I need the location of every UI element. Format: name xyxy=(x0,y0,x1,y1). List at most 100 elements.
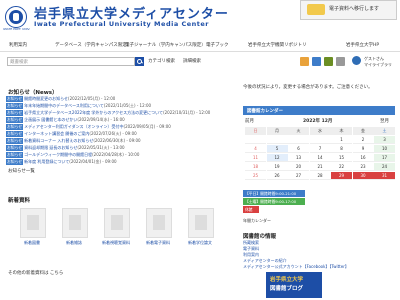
calendar-day[interactable]: 15 xyxy=(331,154,352,162)
calendar-day[interactable]: 27 xyxy=(288,172,309,180)
news-title[interactable]: 年末年始期間中のデータベース利用について xyxy=(24,103,104,108)
nav-item-repository[interactable]: 岩手県立大学機関リポジトリ xyxy=(248,42,307,48)
news-tag: お知らせ xyxy=(6,124,24,130)
calendar-day[interactable]: 14 xyxy=(309,154,331,162)
search-button[interactable] xyxy=(135,57,144,66)
nav-item-ebooks[interactable]: 電子ブック xyxy=(206,42,229,48)
calendar-prev-button[interactable]: 前月 xyxy=(245,118,254,124)
help-icon[interactable] xyxy=(336,57,345,66)
calendar-day[interactable]: 2 xyxy=(352,136,374,144)
calendar-day[interactable]: 20 xyxy=(288,163,309,171)
calendar-notice: 今後の状況により，変更する場合があります。ご注意ください。 xyxy=(243,85,373,90)
calendar-day[interactable]: 4 xyxy=(245,145,266,153)
new-book-label[interactable]: 新着視聴覚資料 xyxy=(96,240,136,246)
calendar-day[interactable]: 26 xyxy=(266,172,288,180)
news-title[interactable]: 資料返却期限 延長のお知らせ xyxy=(24,145,77,150)
calendar-day[interactable]: 5 xyxy=(266,145,288,153)
new-book-cover[interactable] xyxy=(188,208,214,238)
calendar-day[interactable]: 28 xyxy=(309,172,331,180)
calendar-day[interactable]: 19 xyxy=(266,163,288,171)
nav-item-univ-hp[interactable]: 岩手県立大学HP xyxy=(346,42,379,48)
news-date: (2022/09/14(水) - 16:00 xyxy=(77,117,125,122)
calendar-day[interactable]: 29 xyxy=(331,172,352,180)
nav-item-guide[interactable]: 利用案内 xyxy=(9,42,27,48)
calendar-day[interactable]: 17 xyxy=(374,154,395,162)
logo-caption: IWATE PREF. UNIV. xyxy=(3,27,31,31)
book-placeholder-icon xyxy=(153,215,165,230)
book-placeholder-icon xyxy=(27,215,39,230)
news-date: (2022/04/28(木) - 10:00 xyxy=(92,152,140,157)
calendar-weekday: 月 xyxy=(266,127,288,135)
tools-heading: 図書館の情報 xyxy=(243,234,277,240)
search-input[interactable]: 蔵書検索 xyxy=(7,57,135,66)
rss-icon[interactable] xyxy=(300,57,309,66)
news-title[interactable]: 新年度 利用登録について xyxy=(24,159,69,164)
calendar-day[interactable]: 16 xyxy=(352,154,374,162)
calendar-day[interactable]: 8 xyxy=(331,145,352,153)
calendar-day[interactable]: 30 xyxy=(352,172,374,180)
news-tag: お知らせ xyxy=(6,138,24,144)
news-item[interactable]: お知らせ 新年度 利用登録について(2022/04/01(金) - 09:00 xyxy=(6,159,232,167)
print-icon[interactable] xyxy=(312,57,321,66)
news-more-link[interactable]: お知らせ一覧 xyxy=(8,168,35,174)
nav-item-ejournals[interactable]: 電子ジャーナル（学内キャンパス限定） xyxy=(125,42,206,48)
new-book-label[interactable]: 新着雑誌 xyxy=(54,240,94,246)
calendar-day[interactable]: 22 xyxy=(331,163,352,171)
news-date: (2022/05/31(火) - 13:00 xyxy=(77,145,125,150)
calendar-legend-3: 休館 xyxy=(243,206,395,213)
notice-banner[interactable]: 電子資料へ移行します xyxy=(300,0,397,20)
calendar-legend: 【平日】開館時間9:00-21:00 xyxy=(243,190,395,197)
banner-icon xyxy=(307,4,325,15)
calendar-day xyxy=(266,136,288,144)
new-book-cover[interactable] xyxy=(146,208,172,238)
book-placeholder-icon xyxy=(195,215,207,230)
news-title[interactable]: インターネット講習会 開催のご案内 xyxy=(24,131,89,136)
news-tag: お知らせ xyxy=(6,159,24,165)
new-book-cover[interactable] xyxy=(62,208,88,238)
calendar-day[interactable]: 24 xyxy=(374,163,395,171)
calendar-day[interactable]: 9 xyxy=(352,145,374,153)
news-tag: お知らせ xyxy=(6,110,24,116)
news-title[interactable]: 新着資料コーナー 入れ替えのお知らせ xyxy=(24,138,93,143)
calendar-day[interactable]: 10 xyxy=(374,145,395,153)
calendar-day[interactable]: 23 xyxy=(352,163,374,171)
new-book-label[interactable]: 新着学位論文 xyxy=(180,240,220,246)
tools-link-5[interactable]: メディアセンター公式アカウント【Facebook】【Twitter】 xyxy=(243,264,349,270)
calendar-day xyxy=(288,136,309,144)
news-title[interactable]: メディアセンター利用ガイダンス（オンライン）受付中 xyxy=(24,124,123,129)
category-search-link[interactable]: カテゴリ検索 xyxy=(148,58,175,64)
new-book-label[interactable]: 新着電子資料 xyxy=(138,240,178,246)
news-title[interactable]: 岩手県立大学データベース2022年度 学外からのアクセス方法の変更について xyxy=(24,110,163,115)
calendar-day[interactable]: 13 xyxy=(288,154,309,162)
calendar-day[interactable]: 21 xyxy=(309,163,331,171)
advanced-search-link[interactable]: 詳細検索 xyxy=(183,58,201,64)
calendar-day[interactable]: 11 xyxy=(245,154,266,162)
news-title[interactable]: 開館時間変更のお知らせ xyxy=(24,96,68,101)
calendar-header: 図書館カレンダー xyxy=(243,106,395,115)
calendar-day[interactable]: 12 xyxy=(266,154,288,162)
new-books-more-link[interactable]: その他の新着資料は こちら xyxy=(8,270,63,276)
calendar-day[interactable]: 1 xyxy=(331,136,352,144)
legend-closed: 休館 xyxy=(243,206,259,213)
calendar-day[interactable]: 7 xyxy=(309,145,331,153)
calendar-next-button[interactable]: 翌月 xyxy=(380,118,389,124)
news-title[interactable]: ゴールデンウィーク期間中の開館日程 xyxy=(24,152,92,157)
calendar-day[interactable]: 25 xyxy=(245,172,266,180)
university-logo[interactable] xyxy=(5,6,27,28)
new-books-heading: 新着資料 xyxy=(8,198,31,204)
new-book-cover[interactable] xyxy=(104,208,130,238)
new-book-label[interactable]: 新着図書 xyxy=(12,240,52,246)
book-placeholder-icon xyxy=(111,215,123,230)
nav-item-databases[interactable]: データベース（学内キャンパス限定） xyxy=(55,42,131,48)
news-title[interactable]: 企画展示 図書館と本のせかい xyxy=(24,117,77,122)
calendar-day[interactable]: 31 xyxy=(374,172,395,180)
annual-calendar-link[interactable]: 年間カレンダー xyxy=(243,218,271,224)
my-library-label: マイライブラリ xyxy=(364,62,392,67)
new-book-cover[interactable] xyxy=(20,208,46,238)
calendar-day[interactable]: 18 xyxy=(245,163,266,171)
my-library[interactable]: ゲストさん マイライブラリ xyxy=(352,54,396,68)
library-blog-banner[interactable]: 岩手県立大学 図書館ブログ xyxy=(266,272,322,298)
calendar-day[interactable]: 6 xyxy=(288,145,309,153)
calendar-day[interactable]: 3 xyxy=(374,136,395,144)
font-size-icon[interactable] xyxy=(324,57,333,66)
